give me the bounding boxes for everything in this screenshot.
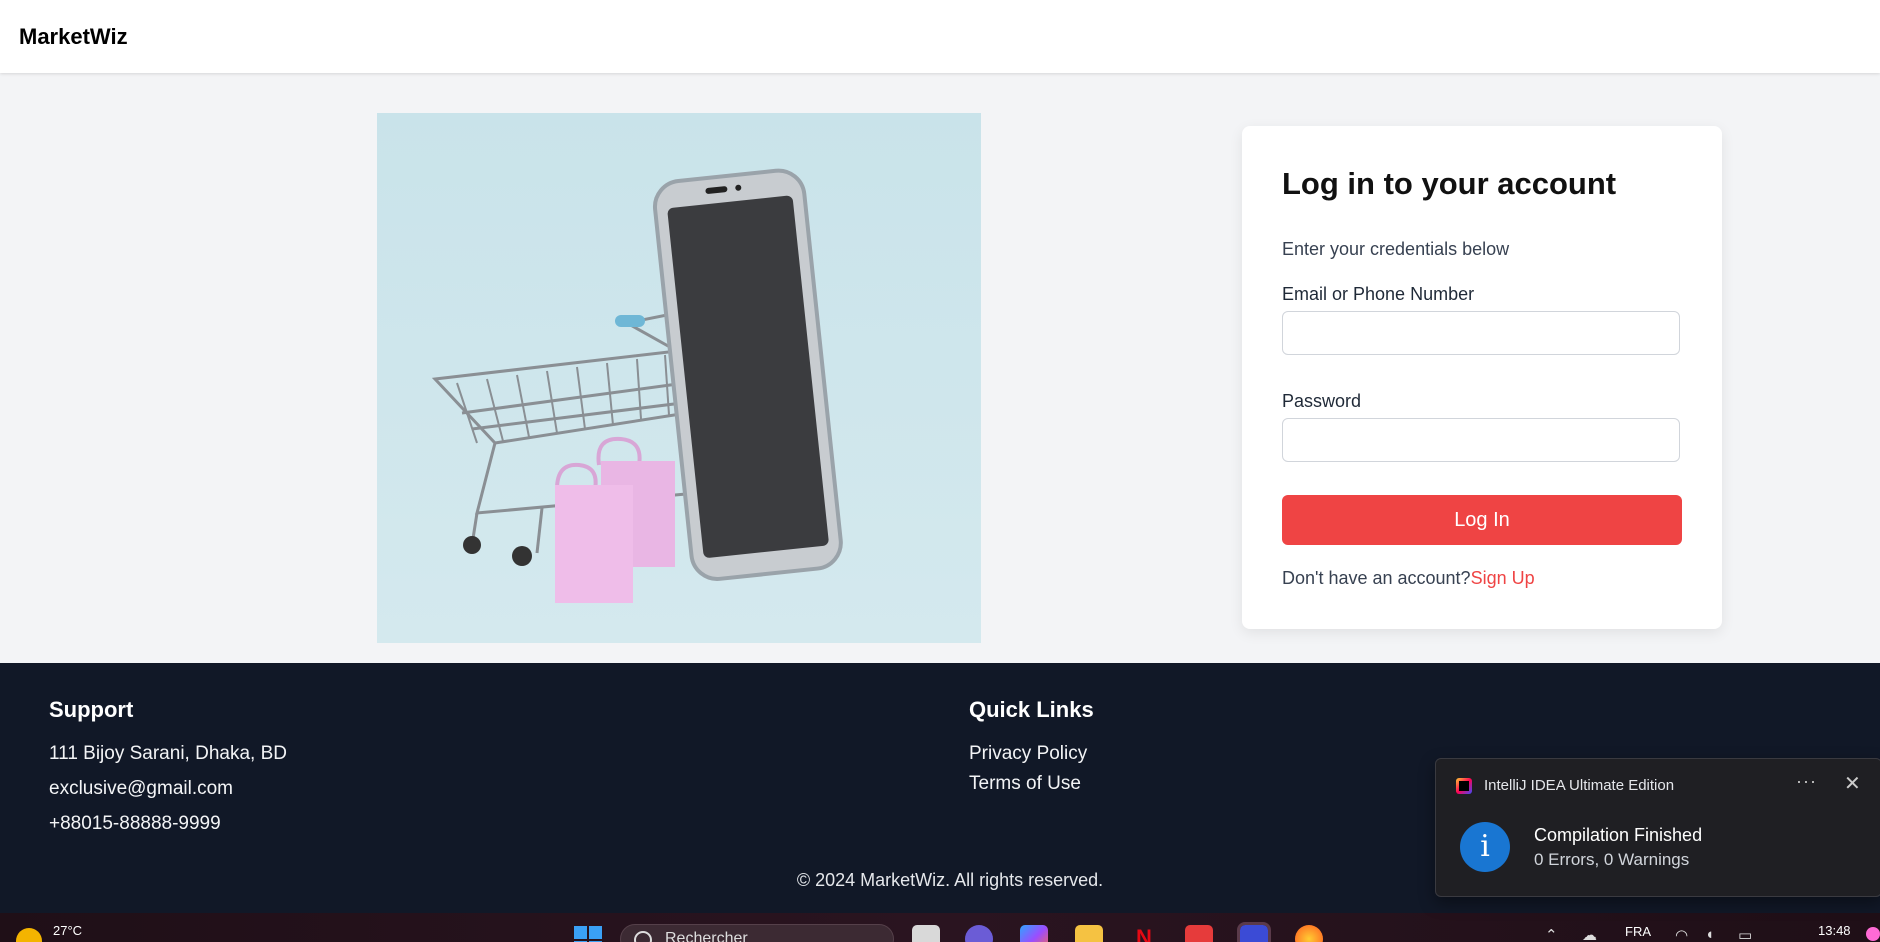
weather-sun-icon[interactable] [16,928,42,942]
signup-link[interactable]: Sign Up [1471,568,1535,588]
support-address: 111 Bijoy Sarani, Dhaka, BD [49,743,287,764]
more-options-icon[interactable]: ··· [1796,771,1817,792]
support-heading: Support [49,697,134,722]
brand-logo[interactable]: MarketWiz [19,24,128,50]
task-view-icon[interactable] [912,925,940,942]
system-clock[interactable]: 13:48 [1818,923,1851,938]
app-icon[interactable] [1185,925,1213,942]
volume-icon[interactable]: ◖ [1705,926,1714,942]
support-email[interactable]: exclusive@gmail.com [49,778,233,800]
support-phone[interactable]: +88015-88888-9999 [49,813,221,835]
terms-of-use-link[interactable]: Terms of Use [969,773,1081,795]
notification-message: 0 Errors, 0 Warnings [1534,850,1690,869]
windows-taskbar: 27°C Rechercher N ⌃ ☁ FRA ◠ ◖ ▭ 13:48 [0,913,1880,942]
intellij-taskbar-icon[interactable] [1237,922,1271,942]
email-field[interactable] [1282,311,1680,355]
language-indicator[interactable]: FRA [1625,924,1651,939]
teams-icon[interactable] [965,925,993,942]
notification-app-name: IntelliJ IDEA Ultimate Edition [1484,777,1675,794]
tray-app-icon[interactable]: ☁ [1582,926,1597,942]
password-label: Password [1282,391,1362,411]
copilot-icon[interactable] [1020,925,1048,942]
notification-title: Compilation Finished [1534,825,1703,845]
netflix-icon[interactable]: N [1130,925,1158,942]
privacy-policy-link[interactable]: Privacy Policy [969,743,1087,765]
battery-icon[interactable]: ▭ [1738,926,1752,942]
top-navbar: MarketWiz [0,0,1880,73]
signup-prompt: Don't have an account?Sign Up [1282,568,1535,589]
shopping-cart-phone-illustration [377,113,981,643]
file-explorer-icon[interactable] [1075,925,1103,942]
chevron-up-icon[interactable]: ⌃ [1545,926,1558,942]
taskbar-search-input[interactable]: Rechercher [620,924,894,942]
no-account-text: Don't have an account? [1282,568,1471,588]
windows-start-icon[interactable] [574,926,602,942]
wifi-icon[interactable]: ◠ [1675,926,1688,942]
login-card: Log in to your account Enter your creden… [1242,126,1722,629]
quick-links-heading: Quick Links [969,697,1094,722]
login-button[interactable]: Log In [1282,495,1682,545]
weather-temperature[interactable]: 27°C [53,923,82,938]
login-subtitle: Enter your credentials below [1282,239,1510,259]
notification-center-icon[interactable] [1866,927,1880,941]
password-field[interactable] [1282,418,1680,462]
intellij-icon [1456,778,1472,794]
close-icon[interactable]: ✕ [1844,771,1861,796]
notification-toast[interactable]: IntelliJ IDEA Ultimate Edition ··· ✕ i C… [1435,758,1880,897]
info-icon: i [1460,822,1510,872]
search-icon [634,931,652,942]
firefox-icon[interactable] [1295,925,1323,942]
email-label: Email or Phone Number [1282,284,1475,304]
main-content: Log in to your account Enter your creden… [0,73,1880,663]
login-title: Log in to your account [1282,166,1617,201]
